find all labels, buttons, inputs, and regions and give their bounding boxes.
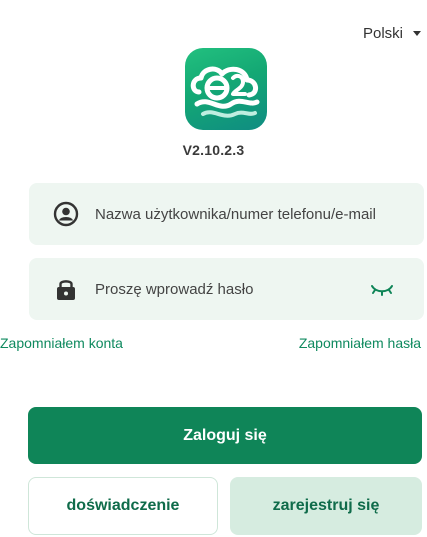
chevron-down-icon [413, 31, 421, 36]
language-label: Polski [362, 24, 403, 42]
app-version: V2.10.2.3 [182, 142, 245, 158]
user-icon [51, 199, 81, 229]
app-logo [185, 48, 267, 130]
username-input[interactable] [95, 205, 424, 223]
demo-button[interactable]: doświadczenie [28, 477, 218, 535]
lock-icon [51, 274, 81, 304]
forgot-password-link[interactable]: Zapomniałem hasła [299, 335, 421, 351]
register-button[interactable]: zarejestruj się [230, 477, 422, 535]
cloud-logo-icon [190, 66, 260, 118]
password-input[interactable] [95, 280, 325, 298]
forgot-account-link[interactable]: Zapomniałem konta [0, 335, 123, 351]
username-field[interactable] [29, 183, 424, 245]
eye-closed-icon[interactable] [370, 279, 394, 299]
password-field[interactable] [29, 258, 424, 320]
language-selector[interactable]: Polski [337, 22, 427, 44]
login-button[interactable]: Zaloguj się [28, 407, 422, 464]
